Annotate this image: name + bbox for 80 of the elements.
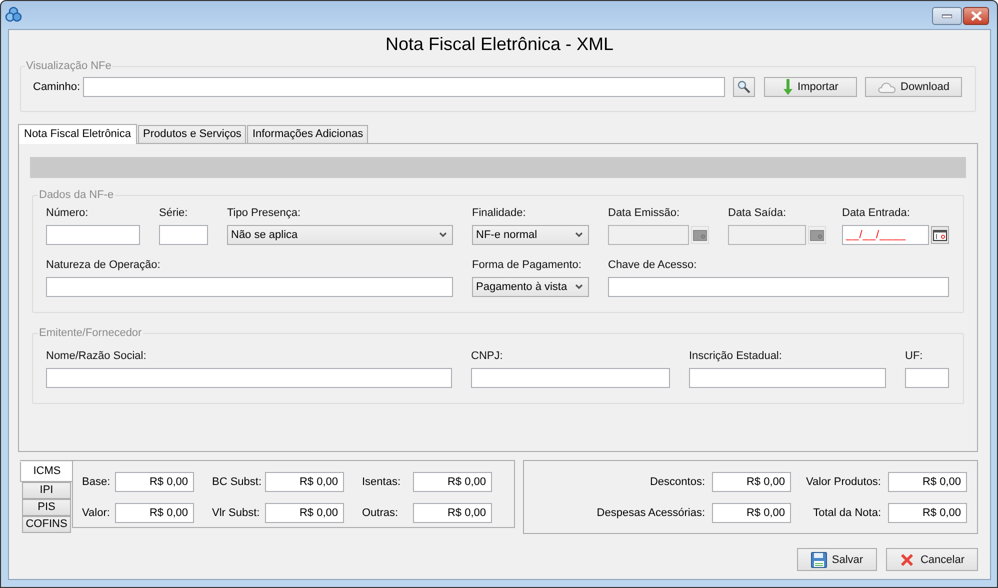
field-label: CNPJ: bbox=[471, 349, 504, 363]
text-field[interactable] bbox=[689, 368, 886, 388]
text-field[interactable] bbox=[46, 368, 452, 388]
text-field[interactable] bbox=[46, 277, 453, 297]
field-label: Descontos: bbox=[648, 475, 706, 490]
currency-field[interactable]: R$ 0,00 bbox=[265, 503, 344, 523]
group-title: Dados da NF-e bbox=[38, 188, 115, 202]
field-label: Isentas: bbox=[361, 475, 402, 490]
currency-field[interactable]: R$ 0,00 bbox=[115, 472, 194, 492]
chevron-down-icon bbox=[439, 232, 447, 238]
chevron-down-icon bbox=[575, 284, 583, 290]
save-button[interactable]: Salvar bbox=[797, 548, 877, 571]
search-button[interactable] bbox=[733, 77, 755, 97]
cloud-icon bbox=[878, 82, 896, 92]
field-label: Data Saída: bbox=[728, 206, 788, 220]
field-label: Valor: bbox=[82, 506, 111, 521]
text-field[interactable] bbox=[608, 277, 949, 297]
tab[interactable]: Informações Adicionas bbox=[247, 125, 368, 143]
tab[interactable]: ICMS bbox=[20, 462, 73, 482]
currency-field[interactable]: R$ 0,00 bbox=[888, 472, 967, 492]
close-icon bbox=[970, 11, 982, 21]
minimize-icon bbox=[942, 14, 952, 18]
calendar-button[interactable] bbox=[931, 226, 949, 244]
field-label: Despesas Acessórias: bbox=[596, 506, 706, 521]
currency-field[interactable]: R$ 0,00 bbox=[712, 472, 791, 492]
field-label: Outras: bbox=[361, 506, 400, 521]
app-logo-icon bbox=[5, 6, 22, 23]
field-label: Valor Produtos: bbox=[804, 475, 882, 490]
field-label: Número: bbox=[46, 206, 90, 220]
group-title: Visualização NFe bbox=[25, 59, 112, 73]
field-label: UF: bbox=[905, 349, 924, 363]
text-field[interactable] bbox=[46, 225, 140, 245]
field-label: Chave de Acesso: bbox=[608, 258, 698, 272]
field-label: BC Subst: bbox=[211, 475, 263, 490]
text-field[interactable] bbox=[159, 225, 208, 245]
field-label: Vlr Subst: bbox=[211, 506, 261, 521]
field-label: Base: bbox=[82, 475, 112, 490]
currency-field[interactable]: R$ 0,00 bbox=[413, 503, 492, 523]
dropdown[interactable]: Não se aplica bbox=[227, 225, 453, 245]
window-title: Nota Fiscal Eletrônica - XML bbox=[385, 33, 614, 56]
field-label: Data Emissão: bbox=[608, 206, 681, 220]
text-field[interactable] bbox=[905, 368, 949, 388]
tab[interactable]: COFINS bbox=[22, 516, 71, 533]
field-label: Data Entrada: bbox=[842, 206, 911, 220]
field-label: Inscrição Estadual: bbox=[689, 349, 783, 363]
field-label: Natureza de Operação: bbox=[46, 258, 162, 272]
cancel-button[interactable]: Cancelar bbox=[886, 548, 978, 571]
currency-field[interactable]: R$ 0,00 bbox=[712, 503, 791, 523]
import-button[interactable]: Importar bbox=[764, 77, 857, 97]
download-button[interactable]: Download bbox=[865, 77, 962, 97]
field-label: Série: bbox=[159, 206, 189, 220]
path-field[interactable] bbox=[83, 77, 725, 97]
currency-field[interactable]: R$ 0,00 bbox=[115, 503, 194, 523]
chevron-down-icon bbox=[575, 232, 583, 238]
dropdown[interactable]: Pagamento à vista bbox=[472, 277, 589, 297]
minimize-button[interactable] bbox=[932, 7, 962, 25]
tab[interactable]: Produtos e Serviços bbox=[138, 125, 246, 143]
text-field[interactable] bbox=[471, 368, 670, 388]
tab[interactable]: Nota Fiscal Eletrônica bbox=[18, 124, 137, 144]
down-arrow-icon bbox=[782, 79, 793, 95]
field-label: Caminho: bbox=[33, 81, 82, 93]
close-button[interactable] bbox=[963, 7, 989, 25]
currency-field[interactable]: R$ 0,00 bbox=[413, 472, 492, 492]
tab[interactable]: IPI bbox=[22, 482, 71, 499]
dropdown[interactable]: NF-e normal bbox=[472, 225, 589, 245]
calendar-icon bbox=[693, 230, 707, 240]
search-icon bbox=[737, 80, 751, 94]
date-field[interactable]: __/__/____ bbox=[842, 225, 929, 245]
close-icon bbox=[899, 552, 916, 568]
field-label: Finalidade: bbox=[472, 206, 527, 220]
tab[interactable]: PIS bbox=[22, 499, 71, 516]
field-label: Tipo Presença: bbox=[227, 206, 302, 220]
currency-field[interactable]: R$ 0,00 bbox=[265, 472, 344, 492]
group-title: Emitente/Fornecedor bbox=[38, 326, 143, 340]
field-label: Forma de Pagamento: bbox=[472, 258, 582, 272]
field-label: Total da Nota: bbox=[812, 506, 882, 521]
calendar-icon bbox=[810, 230, 824, 240]
calendar-icon bbox=[933, 230, 947, 240]
currency-field[interactable]: R$ 0,00 bbox=[888, 503, 967, 523]
field-label: Nome/Razão Social: bbox=[46, 349, 148, 363]
